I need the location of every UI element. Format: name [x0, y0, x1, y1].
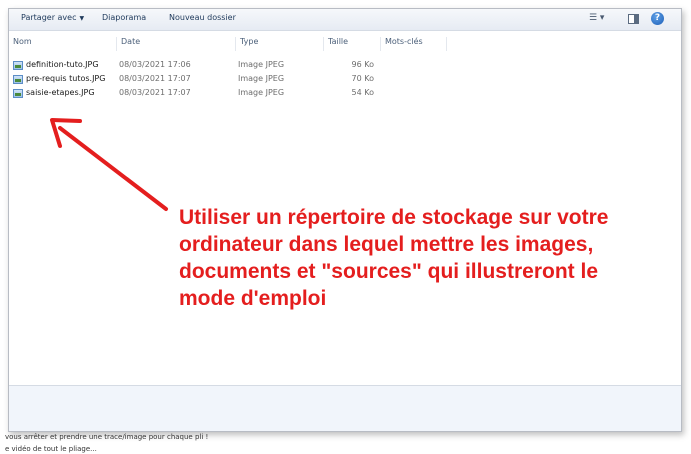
- annotation-callout: Utiliser un répertoire de stockage sur v…: [179, 206, 609, 310]
- background-text-line-1: vous arrêter et prendre une trace/image …: [5, 433, 209, 441]
- background-text-line-2: e vidéo de tout le pliage...: [5, 445, 97, 453]
